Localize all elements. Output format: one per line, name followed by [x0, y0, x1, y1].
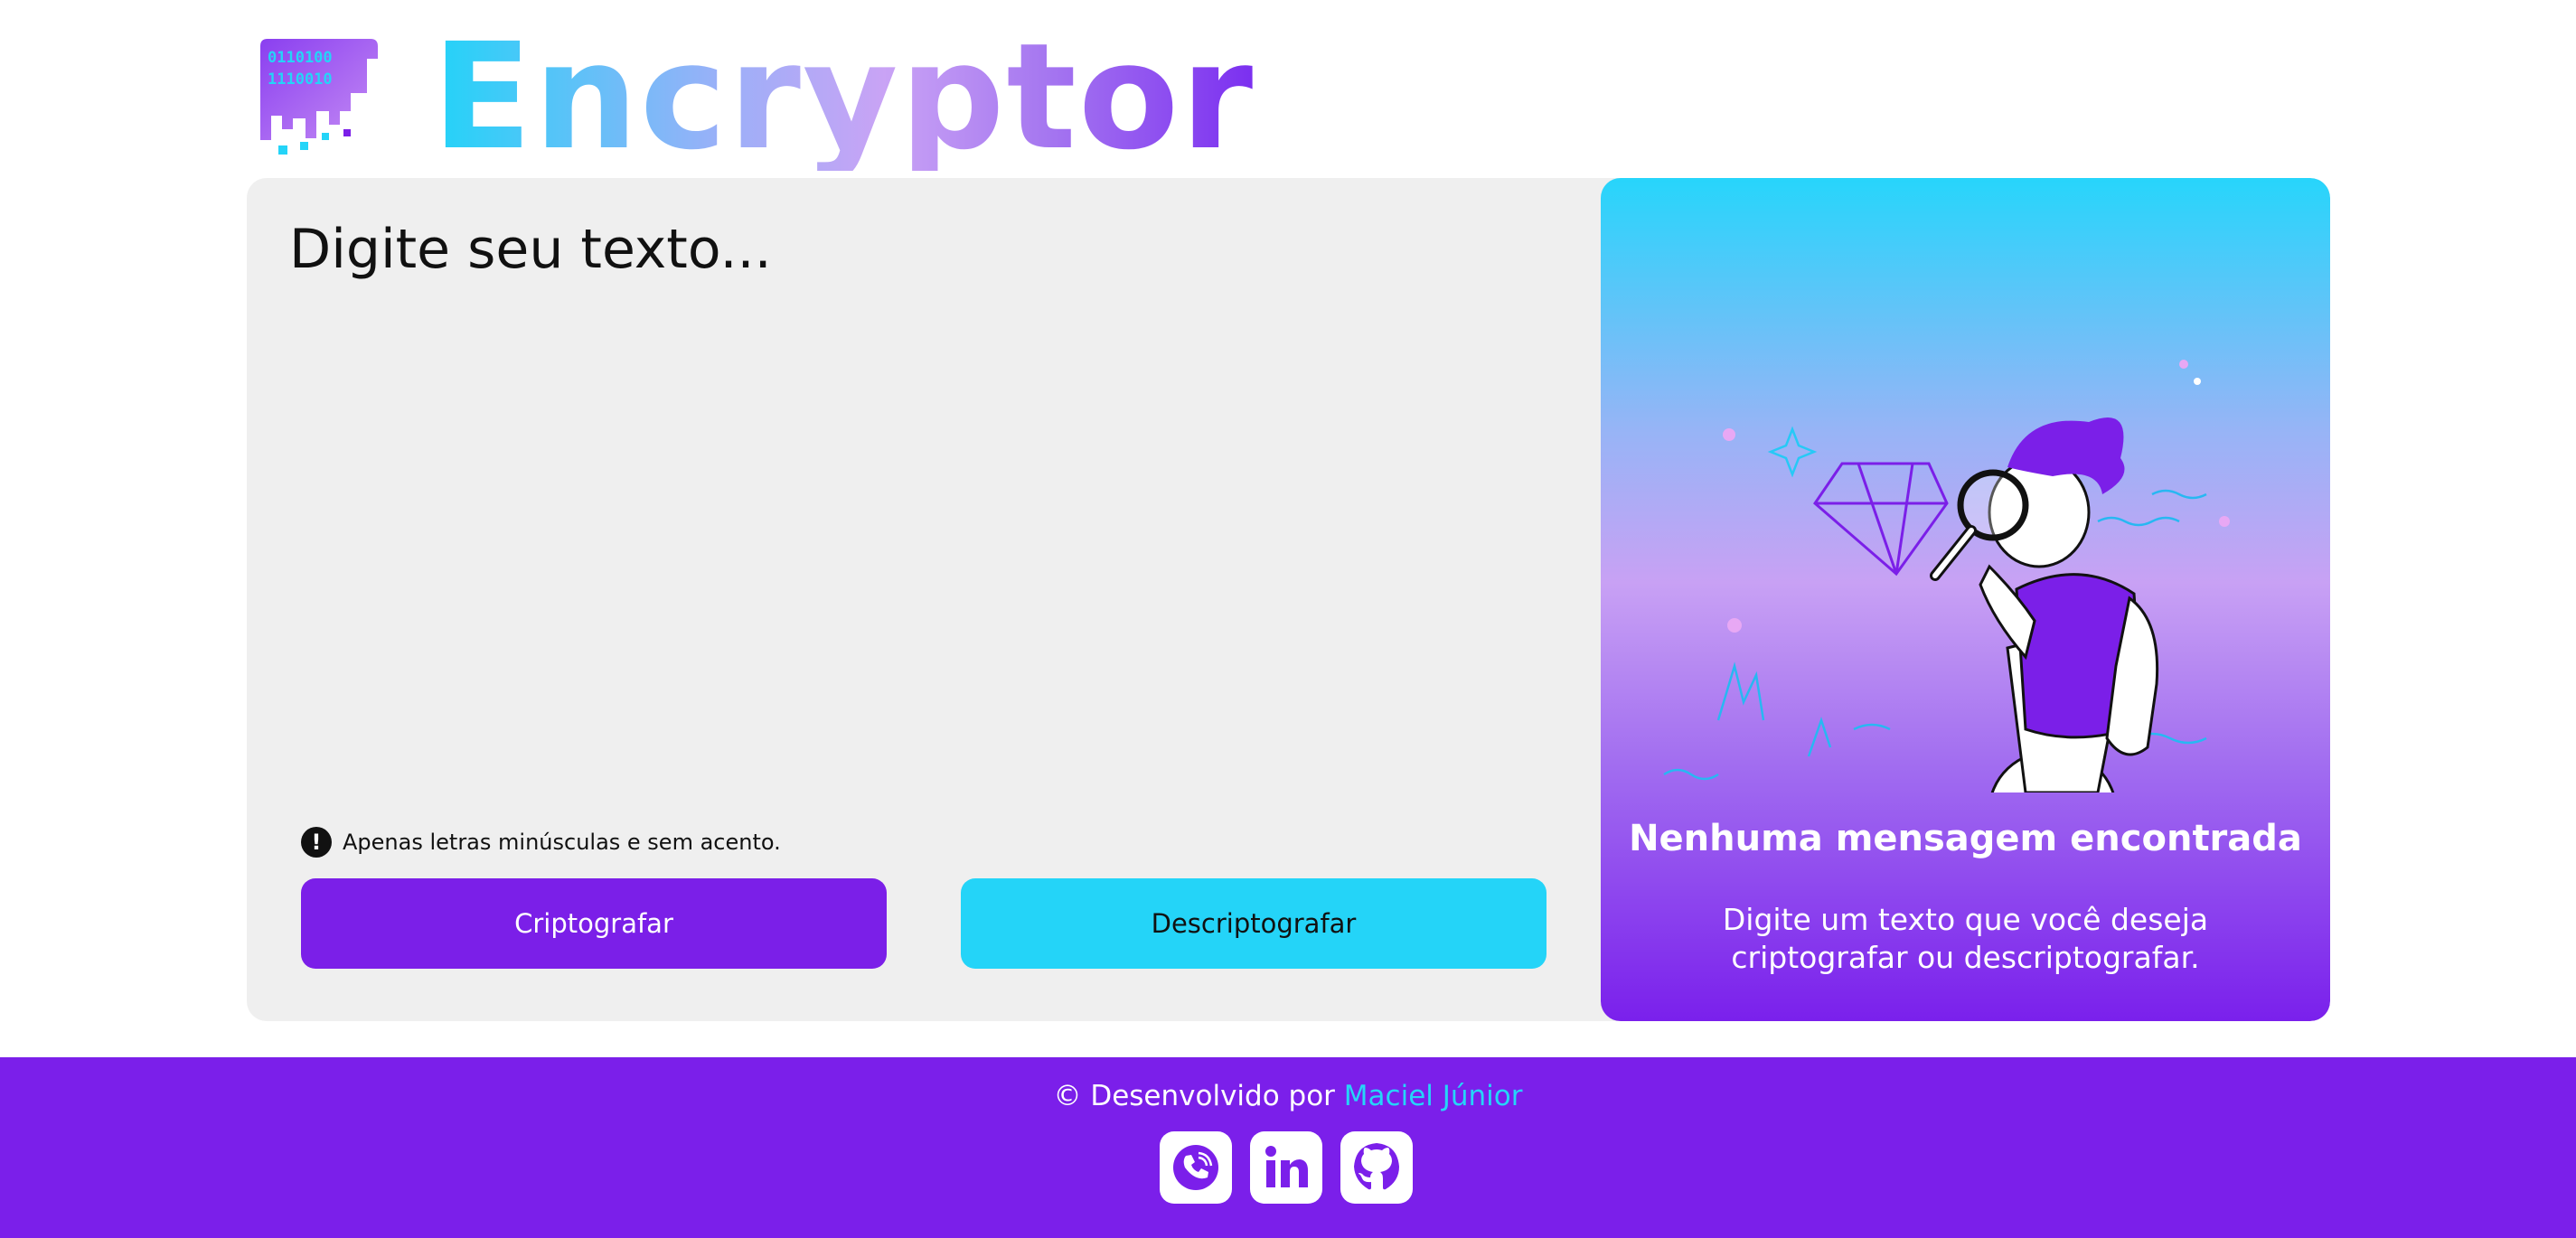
- input-hint: ! Apenas letras minúsculas e sem acento.: [301, 827, 781, 858]
- output-message: Digite um texto que você deseja criptogr…: [1722, 902, 2209, 975]
- svg-text:1110010: 1110010: [268, 70, 333, 89]
- author-link[interactable]: Maciel Júnior: [1344, 1080, 1523, 1112]
- social-links: [1160, 1131, 1413, 1204]
- exclamation-icon: !: [301, 827, 332, 858]
- message-input[interactable]: [289, 218, 1555, 814]
- output-title: Nenhuma mensagem encontrada: [1629, 818, 2302, 859]
- output-pane: Nenhuma mensagem encontrada Digite um te…: [1601, 178, 2330, 1021]
- credit-prefix: © Desenvolvido por: [1053, 1080, 1335, 1112]
- svg-text:0110100: 0110100: [268, 49, 333, 67]
- header: 0110100 1110010 Encryptor: [260, 13, 1255, 183]
- footer-credit: © Desenvolvido por Maciel Júnior: [0, 1080, 2576, 1112]
- hint-text: Apenas letras minúsculas e sem acento.: [343, 830, 781, 855]
- linkedin-icon[interactable]: [1250, 1131, 1322, 1204]
- person-with-magnifier-illustration: [1663, 360, 2230, 793]
- binary-glitch-logo-icon: 0110100 1110010: [260, 39, 378, 156]
- brand-title: Encryptor: [432, 13, 1255, 183]
- encryptor-card: ! Apenas letras minúsculas e sem acento.…: [247, 178, 2330, 1021]
- github-icon[interactable]: [1340, 1131, 1413, 1204]
- input-pane: ! Apenas letras minúsculas e sem acento.…: [247, 178, 1601, 1021]
- decrypt-button[interactable]: Descriptografar: [961, 878, 1547, 969]
- phone-icon[interactable]: [1160, 1131, 1232, 1204]
- footer: © Desenvolvido por Maciel Júnior: [0, 1057, 2576, 1238]
- encrypt-button[interactable]: Criptografar: [301, 878, 887, 969]
